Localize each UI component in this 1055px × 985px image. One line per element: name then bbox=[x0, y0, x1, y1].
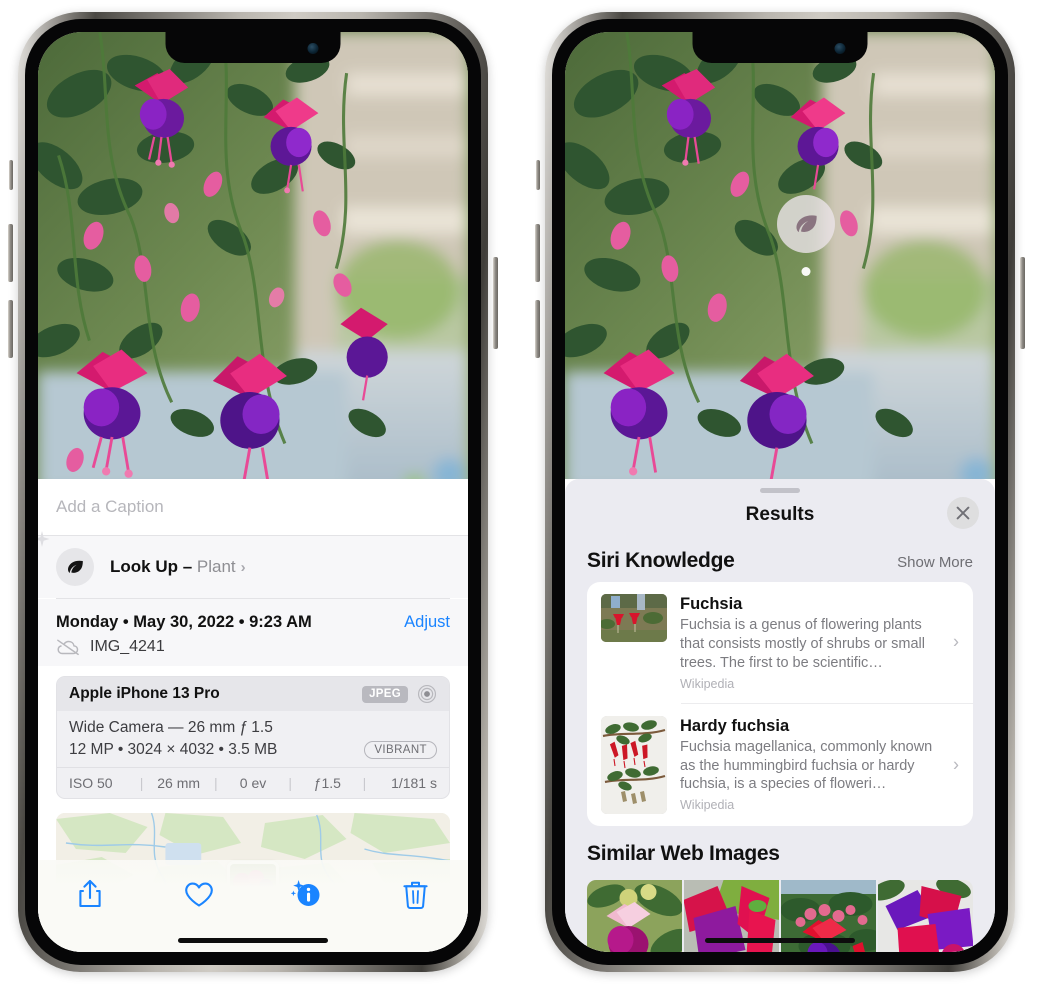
adjust-button[interactable]: Adjust bbox=[404, 613, 450, 632]
camera-spec: 12 MP • 3024 × 4032 • 3.5 MB bbox=[69, 741, 278, 758]
exif-aperture: ƒ1.5 bbox=[313, 775, 341, 791]
show-more-button[interactable]: Show More bbox=[897, 554, 973, 571]
device-bezel: Add a Caption Look Up – Plant › Monday •… bbox=[25, 19, 481, 965]
knowledge-item[interactable]: Fuchsia Fuchsia is a genus of flowering … bbox=[587, 582, 973, 703]
icloud-slash-icon bbox=[56, 639, 80, 656]
sparkle-icon bbox=[38, 528, 55, 554]
chevron-right-icon: › bbox=[953, 754, 959, 775]
look-up-title: Look Up bbox=[110, 557, 178, 576]
exif-shutter: 1/181 s bbox=[391, 775, 437, 791]
fuchsia-photo bbox=[38, 32, 468, 479]
close-button[interactable] bbox=[947, 497, 979, 529]
exif-iso: ISO 50 bbox=[69, 775, 113, 791]
side-power-button[interactable] bbox=[1020, 257, 1025, 349]
front-camera bbox=[307, 43, 319, 54]
display-notch bbox=[692, 32, 868, 63]
look-up-label: Look Up – Plant › bbox=[110, 557, 246, 577]
knowledge-item[interactable]: Hardy fuchsia Fuchsia magellanica, commo… bbox=[587, 704, 973, 826]
close-icon bbox=[956, 506, 970, 520]
look-up-subject: Plant bbox=[196, 557, 236, 576]
section-title: Similar Web Images bbox=[587, 841, 780, 865]
camera-card-header: Apple iPhone 13 Pro JPEG bbox=[57, 677, 449, 711]
exif-row: ISO 50 | 26 mm | 0 ev | ƒ1.5 | 1/181 s bbox=[57, 767, 449, 798]
home-indicator[interactable] bbox=[178, 938, 328, 943]
section-title: Siri Knowledge bbox=[587, 549, 735, 572]
screenshot-stage: Add a Caption Look Up – Plant › Monday •… bbox=[0, 0, 1055, 985]
format-badge: JPEG bbox=[362, 685, 408, 703]
photo-info-sheet: Add a Caption Look Up – Plant › Monday •… bbox=[38, 479, 468, 952]
side-power-button[interactable] bbox=[493, 257, 498, 349]
chevron-right-icon: › bbox=[953, 631, 959, 652]
silent-switch[interactable] bbox=[536, 160, 540, 190]
camera-model: Apple iPhone 13 Pro bbox=[69, 685, 220, 702]
siri-knowledge-card: Fuchsia Fuchsia is a genus of flowering … bbox=[587, 582, 973, 826]
knowledge-source: Wikipedia bbox=[680, 798, 735, 813]
badge-anchor-dot bbox=[801, 267, 811, 276]
visual-lookup-badge[interactable] bbox=[777, 195, 835, 276]
leaf-icon bbox=[796, 215, 817, 233]
home-indicator[interactable] bbox=[705, 938, 855, 943]
knowledge-title: Fuchsia bbox=[680, 595, 743, 613]
web-image-4[interactable] bbox=[878, 879, 973, 952]
info-button[interactable] bbox=[285, 874, 329, 914]
results-header: Results bbox=[565, 493, 995, 537]
share-button[interactable] bbox=[68, 874, 112, 914]
photo-viewer[interactable] bbox=[38, 32, 468, 479]
camera-info-card: Apple iPhone 13 Pro JPEG Wide Camera — 2… bbox=[56, 676, 450, 799]
photographic-style-badge: VIBRANT bbox=[364, 741, 437, 759]
volume-down-button[interactable] bbox=[535, 300, 540, 358]
camera-lens: Wide Camera — 26 mm ƒ 1.5 bbox=[69, 719, 273, 736]
volume-up-button[interactable] bbox=[8, 224, 13, 282]
volume-down-button[interactable] bbox=[8, 300, 13, 358]
results-panel: Results Siri Knowledge Show More Fuchsia… bbox=[565, 479, 995, 952]
caption-input[interactable]: Add a Caption bbox=[38, 479, 468, 535]
siri-knowledge-header: Siri Knowledge Show More bbox=[565, 537, 995, 582]
photo-metadata: Monday • May 30, 2022 • 9:23 AM Adjust I… bbox=[38, 599, 468, 666]
delete-button[interactable] bbox=[394, 874, 438, 914]
knowledge-source: Wikipedia bbox=[680, 676, 735, 691]
photos-detail-screen: Add a Caption Look Up – Plant › Monday •… bbox=[38, 32, 468, 952]
favorite-button[interactable] bbox=[177, 874, 221, 914]
iphone-left-device: Add a Caption Look Up – Plant › Monday •… bbox=[8, 12, 498, 972]
photo-viewer[interactable] bbox=[565, 32, 995, 479]
look-up-row[interactable]: Look Up – Plant › bbox=[38, 531, 468, 598]
knowledge-description: Fuchsia magellanica, commonly known as t… bbox=[680, 738, 933, 793]
web-image-1[interactable] bbox=[587, 879, 682, 952]
results-title: Results bbox=[745, 504, 815, 525]
hardy-fuchsia-thumb bbox=[601, 715, 667, 814]
photo-filename: IMG_4241 bbox=[90, 638, 165, 655]
silent-switch[interactable] bbox=[9, 160, 13, 190]
similar-web-images-header: Similar Web Images bbox=[565, 826, 995, 870]
exif-ev: 0 ev bbox=[239, 775, 267, 791]
aperture-icon bbox=[417, 684, 437, 704]
volume-up-button[interactable] bbox=[535, 224, 540, 282]
display-notch bbox=[165, 32, 341, 63]
photo-datetime: Monday • May 30, 2022 • 9:23 AM bbox=[56, 613, 312, 631]
exif-focal: 26 mm bbox=[157, 775, 201, 791]
front-camera bbox=[834, 43, 846, 54]
device-bezel: Results Siri Knowledge Show More Fuchsia… bbox=[552, 19, 1008, 965]
visual-lookup-results-screen: Results Siri Knowledge Show More Fuchsia… bbox=[565, 32, 995, 952]
fuchsia-thumb bbox=[601, 594, 667, 642]
knowledge-description: Fuchsia is a genus of flowering plants t… bbox=[680, 617, 925, 671]
chevron-right-icon: › bbox=[240, 559, 246, 576]
knowledge-title: Hardy fuchsia bbox=[680, 716, 790, 735]
iphone-right-device: Results Siri Knowledge Show More Fuchsia… bbox=[535, 12, 1025, 972]
leaf-icon bbox=[56, 548, 94, 586]
fuchsia-photo bbox=[565, 32, 995, 479]
look-up-dash: – bbox=[178, 557, 197, 576]
